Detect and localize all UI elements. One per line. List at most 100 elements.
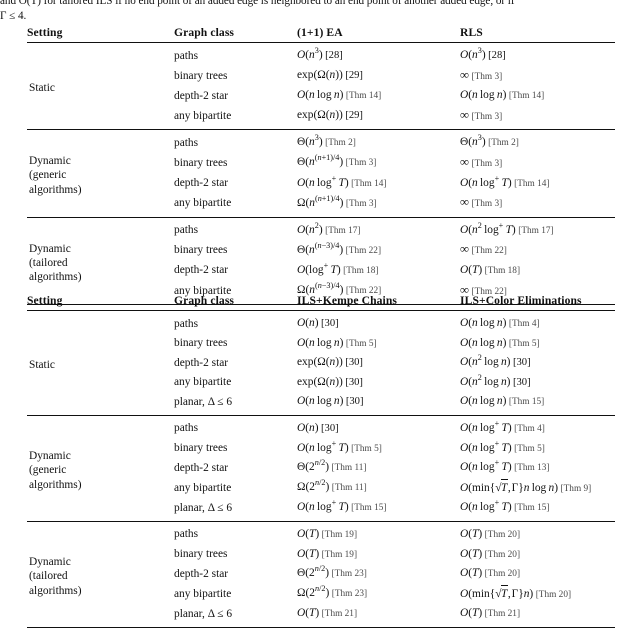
graph-class: binary trees: [174, 244, 228, 257]
table2-group-dynamic-generic: Dynamic (generic algorithms) paths O(n)[…: [27, 415, 615, 521]
graph-class: binary trees: [174, 156, 228, 169]
value-rls: O(n2 log+ T) [Thm 17]: [460, 220, 554, 236]
table-row: Dynamic (generic algorithms) paths O(n)[…: [27, 415, 615, 491]
table-row: Dynamic (tailored algorithms) paths O(n2…: [27, 217, 615, 283]
graph-class: paths: [174, 317, 199, 330]
value-kempe: O(n log+ T) [Thm 15]: [297, 498, 387, 514]
graph-class: paths: [174, 528, 199, 541]
setting-label: Dynamic (tailored algorithms): [29, 556, 82, 597]
graph-class: depth-2 star: [174, 264, 229, 277]
table1-group-dynamic-generic: Dynamic (generic algorithms) paths Θ(n3)…: [27, 129, 615, 217]
graph-class: planar, Δ ≤ 6: [174, 607, 233, 620]
graph-class: any bipartite: [174, 109, 232, 122]
value-color: O(n log n) [Thm 4]: [460, 317, 540, 329]
running-text-line-1: and O(T) for tailored ILS if no end poin…: [0, 0, 515, 7]
table1-col-graph-class: Graph class: [174, 26, 235, 39]
results-table-ea-rls: Setting Graph class (1+1) EA RLS Static …: [27, 26, 615, 306]
table2-group-dynamic-tailored: Dynamic (tailored algorithms) paths O(T)…: [27, 521, 615, 627]
value-ea: Θ(n3) [Thm 2]: [297, 133, 356, 149]
table2-group-static: Static paths O(n) [30] O(n log n) [Thm 4] …: [27, 310, 615, 416]
graph-class: binary trees: [174, 69, 228, 82]
table-row: Dynamic (tailored algorithms) paths O(T)…: [27, 521, 615, 597]
setting-label: Static: [29, 358, 55, 371]
value-color: O(n log n) [Thm 15]: [460, 395, 545, 408]
table2-header: Setting Graph class ILS+Kempe Chains ILS…: [27, 294, 615, 311]
running-text: and O(T) for tailored ILS if no end poin…: [0, 0, 640, 23]
setting-label: Static: [29, 82, 55, 95]
graph-class: any bipartite: [174, 376, 232, 389]
graph-class: binary trees: [174, 337, 228, 350]
value-kempe: O(n) [30]: [297, 421, 339, 434]
table2-header-row: Setting Graph class ILS+Kempe Chains ILS…: [27, 294, 615, 311]
table1-col-setting: Setting: [27, 26, 63, 39]
value-color: O(n log+ T) [Thm 15]: [460, 498, 550, 514]
value-kempe: O(T) [Thm 19]: [297, 547, 358, 560]
graph-class: any bipartite: [174, 587, 232, 600]
value-rls: Θ(n3) [Thm 2]: [460, 133, 519, 149]
graph-class: planar, Δ ≤ 6: [174, 501, 233, 514]
value-rls: ∞ [Thm 22]: [460, 242, 507, 257]
document-page: and O(T) for tailored ILS if no end poin…: [0, 0, 640, 628]
graph-class: depth-2 star: [174, 567, 229, 580]
graph-class: depth-2 star: [174, 89, 229, 102]
graph-class: depth-2 star: [174, 177, 229, 190]
value-ea: exp(Ω(n)) [29]: [297, 109, 363, 122]
value-rls: ∞ [Thm 3]: [460, 154, 503, 169]
value-kempe: Ω(2n/2) [Thm 11]: [297, 478, 367, 494]
table2-col-setting: Setting: [27, 294, 63, 307]
value-color: O(n log n) [Thm 5]: [460, 336, 540, 349]
value-ea: Θ(n(n−3)/4) [Thm 22]: [297, 241, 382, 256]
value-ea: O(n log+ T) [Thm 14]: [297, 173, 387, 189]
table1-header: Setting Graph class (1+1) EA RLS: [27, 26, 615, 43]
value-kempe: exp(Ω(n)) [30]: [297, 375, 363, 388]
graph-class: paths: [174, 136, 199, 149]
value-color: O(T) [Thm 20]: [460, 547, 521, 560]
value-color: O(n log+ T) [Thm 4]: [460, 419, 545, 434]
value-kempe: exp(Ω(n)) [30]: [297, 356, 363, 369]
value-color: O(min{√T, Γ}n log n) [Thm 9]: [460, 478, 615, 499]
value-ea: O(log+ T) [Thm 18]: [297, 261, 379, 276]
results-table-ils: Setting Graph class ILS+Kempe Chains ILS…: [27, 294, 615, 628]
table2-col-ils-kempe: ILS+Kempe Chains: [297, 294, 398, 307]
graph-class: paths: [174, 422, 199, 435]
graph-class: any bipartite: [174, 197, 232, 210]
value-rls: O(n3) [28]: [460, 46, 506, 61]
table1-col-rls: RLS: [460, 26, 483, 39]
value-rls: O(n log+ T) [Thm 14]: [460, 173, 550, 189]
value-color: O(min{√T, Γ}n) [Thm 20]: [460, 584, 615, 605]
graph-class: binary trees: [174, 548, 228, 561]
graph-class: any bipartite: [174, 481, 232, 494]
value-kempe: O(n log+ T) [Thm 5]: [297, 438, 382, 454]
value-ea: Ω(n(n+1)/4) [Thm 3]: [297, 193, 377, 209]
value-ea: exp(Ω(n)) [29]: [297, 69, 363, 82]
value-ea: O(n2) [Thm 17]: [297, 220, 361, 236]
table1-group-static: Static paths O(n3) [28] O(n3) [28] binary …: [27, 42, 615, 130]
running-text-line-2: Γ ≤ 4.: [0, 9, 27, 22]
graph-class: depth-2 star: [174, 356, 229, 369]
value-rls: O(T) [Thm 18]: [460, 263, 521, 276]
table-row: Static paths O(n3) [28] O(n3) [28]: [27, 43, 615, 94]
value-rls: O(n log n) [Thm 14]: [460, 89, 545, 102]
value-kempe: Θ(2n/2) [Thm 23]: [297, 564, 367, 580]
value-ea: O(n log n) [Thm 14]: [297, 89, 382, 102]
table2-col-graph-class: Graph class: [174, 294, 235, 307]
value-kempe: O(n log n) [Thm 5]: [297, 336, 377, 349]
value-color: O(n2 log n) [30]: [460, 372, 531, 388]
value-kempe: Θ(2n/2) [Thm 11]: [297, 458, 367, 474]
setting-label: Dynamic (generic algorithms): [29, 450, 82, 491]
table-row: Dynamic (generic algorithms) paths Θ(n3)…: [27, 130, 615, 196]
value-color: O(n log+ T) [Thm 5]: [460, 438, 545, 454]
value-kempe: Ω(2n/2) [Thm 23]: [297, 584, 368, 600]
value-ea: Θ(n(n+1)/4) [Thm 3]: [297, 153, 377, 169]
graph-class: depth-2 star: [174, 461, 229, 474]
graph-class: paths: [174, 224, 199, 237]
graph-class: paths: [174, 49, 199, 62]
table1-group-dynamic-tailored: Dynamic (tailored algorithms) paths O(n2…: [27, 217, 615, 304]
value-kempe: O(n log n) [30]: [297, 395, 364, 408]
value-rls: ∞ [Thm 3]: [460, 195, 503, 210]
setting-label: Dynamic (tailored algorithms): [29, 242, 82, 284]
table1-header-row: Setting Graph class (1+1) EA RLS: [27, 26, 615, 43]
value-rls: ∞ [Thm 3]: [460, 67, 503, 82]
table1-col-ea: (1+1) EA: [297, 26, 343, 39]
value-rls: ∞ [Thm 3]: [460, 107, 503, 122]
